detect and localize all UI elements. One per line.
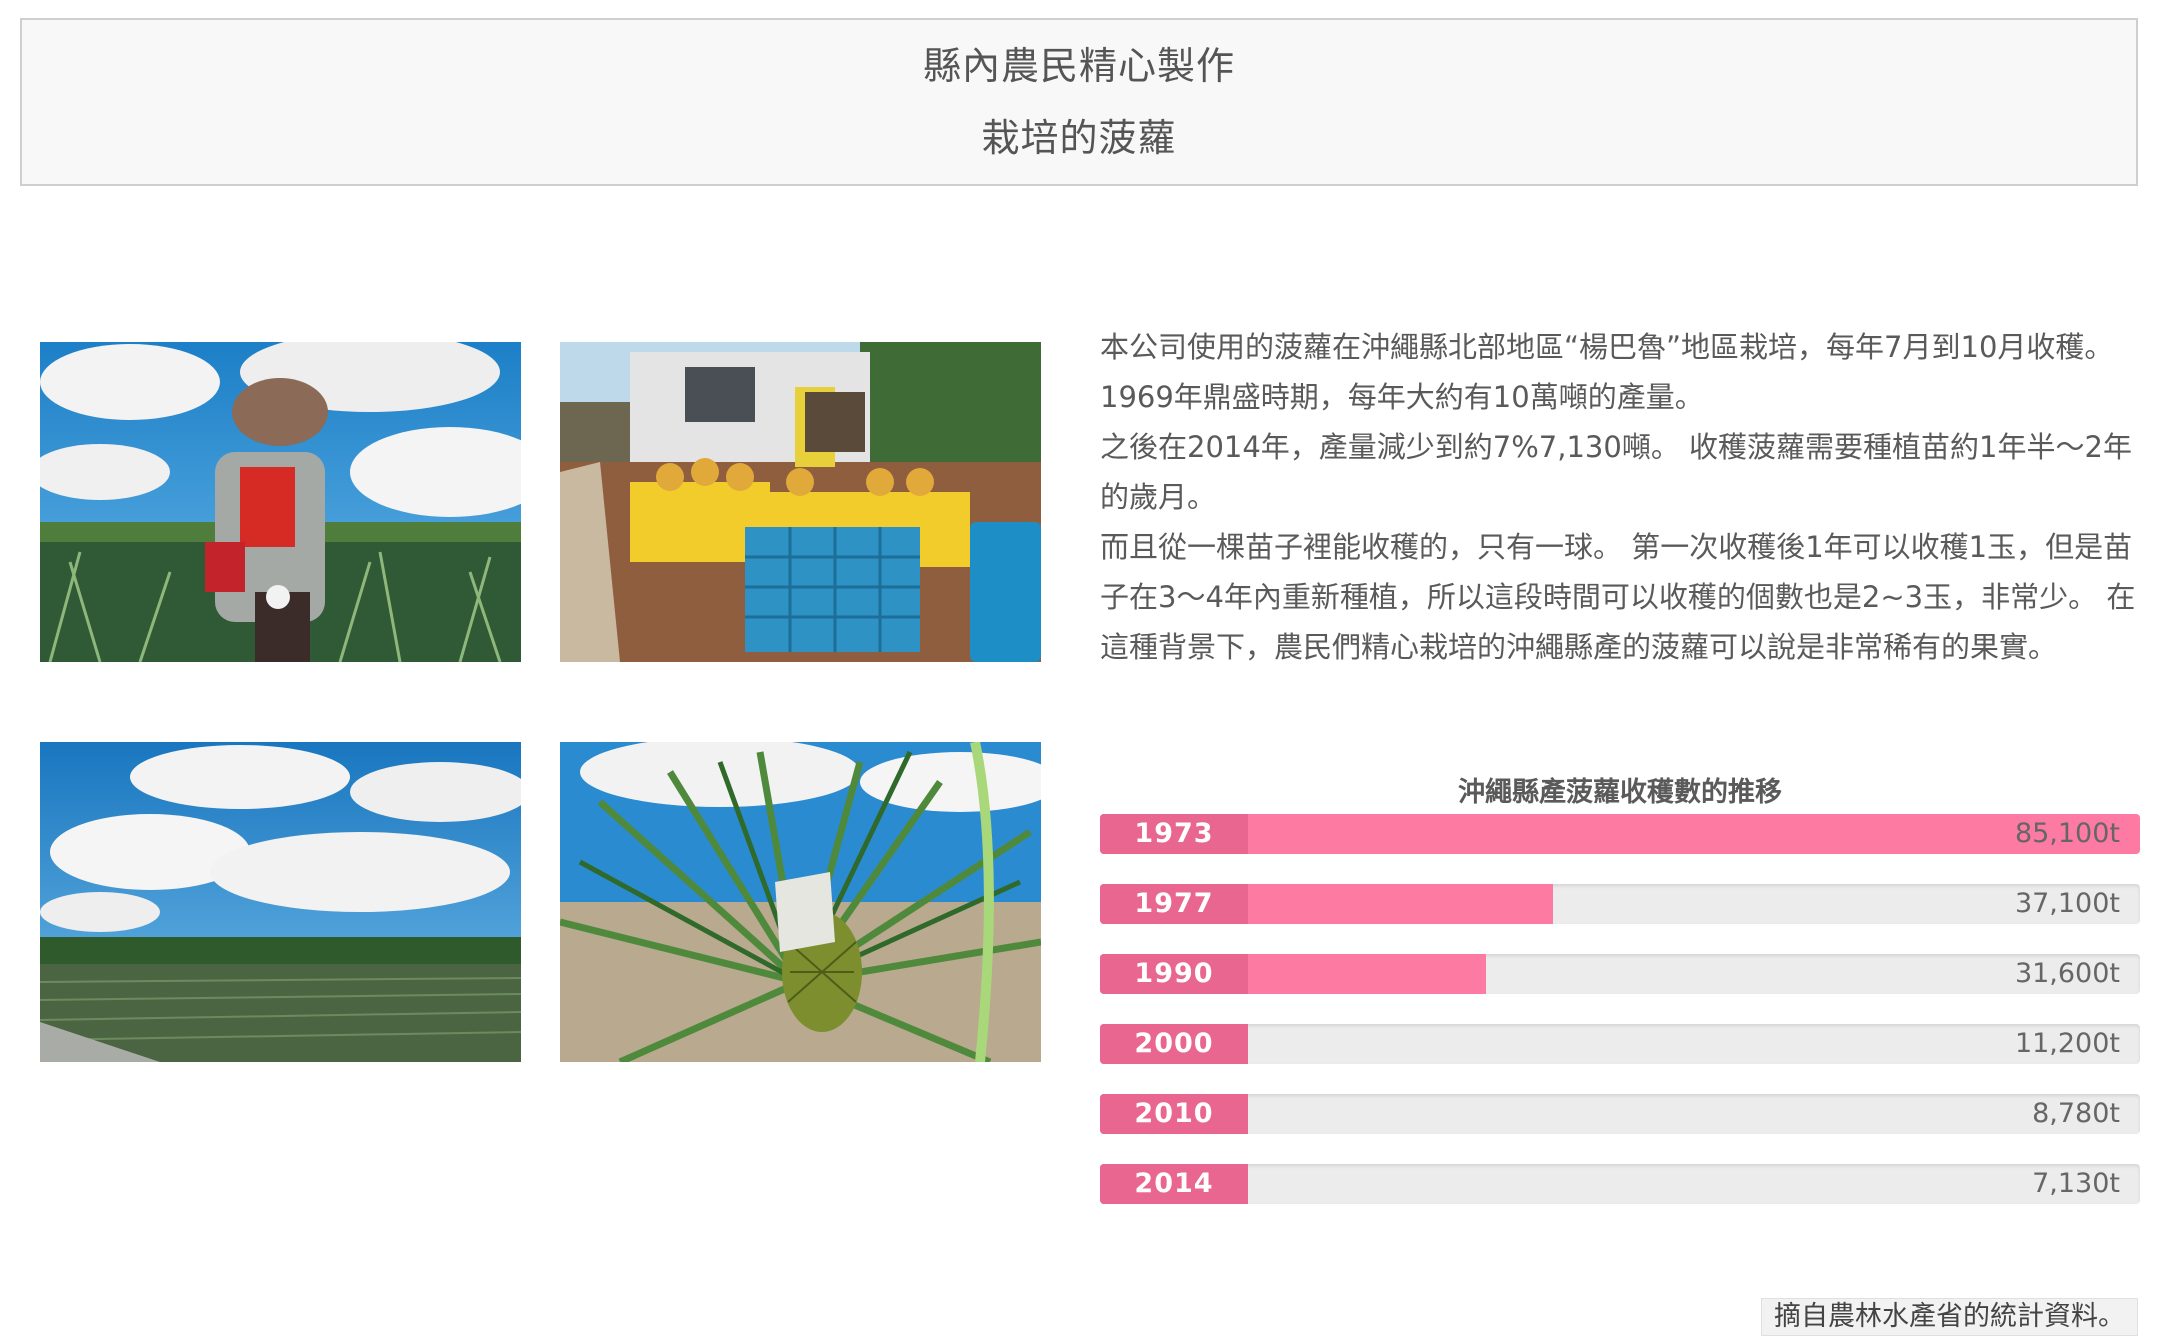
bar-fill-1973 bbox=[1100, 814, 2140, 854]
source-note: 摘自農林水產省的統計資料。 bbox=[1761, 1298, 2138, 1336]
bar-value-label: 85,100t bbox=[2014, 818, 2120, 849]
photo-truck-crates bbox=[560, 342, 1041, 662]
photo-pineapple-field bbox=[40, 742, 521, 1062]
intro-paragraph-2: 1969年鼎盛時期，每年大約有10萬噸的產量。 bbox=[1100, 380, 1704, 414]
intro-paragraph-1: 本公司使用的菠蘿在沖繩縣北部地區“楊巴魯”地區栽培，每年7月到10月收穫。 bbox=[1100, 330, 2114, 364]
bar-year-label: 2014 bbox=[1100, 1164, 1248, 1204]
bar-row-1973: 1973 85,100t bbox=[1100, 814, 2140, 854]
intro-paragraph-4: 而且從一棵苗子裡能收穫的，只有一球。 第一次收穫後1年可以收穫1玉，但是苗子在3… bbox=[1100, 530, 2136, 664]
intro-paragraph-3: 之後在2014年，產量減少到約7%7,130噸。 收穫菠蘿需要種植苗約1年半〜2… bbox=[1100, 430, 2132, 514]
header-box: 縣內農民精心製作 栽培的菠蘿 bbox=[20, 18, 2138, 186]
bar-year-label: 2010 bbox=[1100, 1094, 1248, 1134]
bar-value-label: 7,130t bbox=[2032, 1168, 2120, 1199]
page: 縣內農民精心製作 栽培的菠蘿 本公司使用的菠蘿在沖繩縣北部地區“楊巴魯”地區栽培… bbox=[0, 0, 2160, 1341]
bar-year-label: 1973 bbox=[1100, 814, 1248, 854]
bar-year-label: 2000 bbox=[1100, 1024, 1248, 1064]
bar-row-1977: 1977 37,100t bbox=[1100, 884, 2140, 924]
bar-row-2010: 2010 8,780t bbox=[1100, 1094, 2140, 1134]
bar-value-label: 31,600t bbox=[2014, 958, 2120, 989]
chart-title: 沖繩縣產菠蘿收穫數的推移 bbox=[1458, 777, 1782, 808]
intro-text: 本公司使用的菠蘿在沖繩縣北部地區“楊巴魯”地區栽培，每年7月到10月收穫。 19… bbox=[1100, 322, 2150, 672]
bar-value-label: 37,100t bbox=[2014, 888, 2120, 919]
header-title-line-2: 栽培的菠蘿 bbox=[981, 116, 1177, 160]
bar-year-label: 1977 bbox=[1100, 884, 1248, 924]
bar-row-1990: 1990 31,600t bbox=[1100, 954, 2140, 994]
bar-year-label: 1990 bbox=[1100, 954, 1248, 994]
photo-pineapple-closeup bbox=[560, 742, 1041, 1062]
bar-row-2014: 2014 7,130t bbox=[1100, 1164, 2140, 1204]
bar-value-label: 11,200t bbox=[2014, 1028, 2120, 1059]
header-title-line-1: 縣內農民精心製作 bbox=[922, 44, 1235, 88]
bar-value-label: 8,780t bbox=[2032, 1098, 2120, 1129]
photo-farmer-harvesting bbox=[40, 342, 521, 662]
bar-row-2000: 2000 11,200t bbox=[1100, 1024, 2140, 1064]
